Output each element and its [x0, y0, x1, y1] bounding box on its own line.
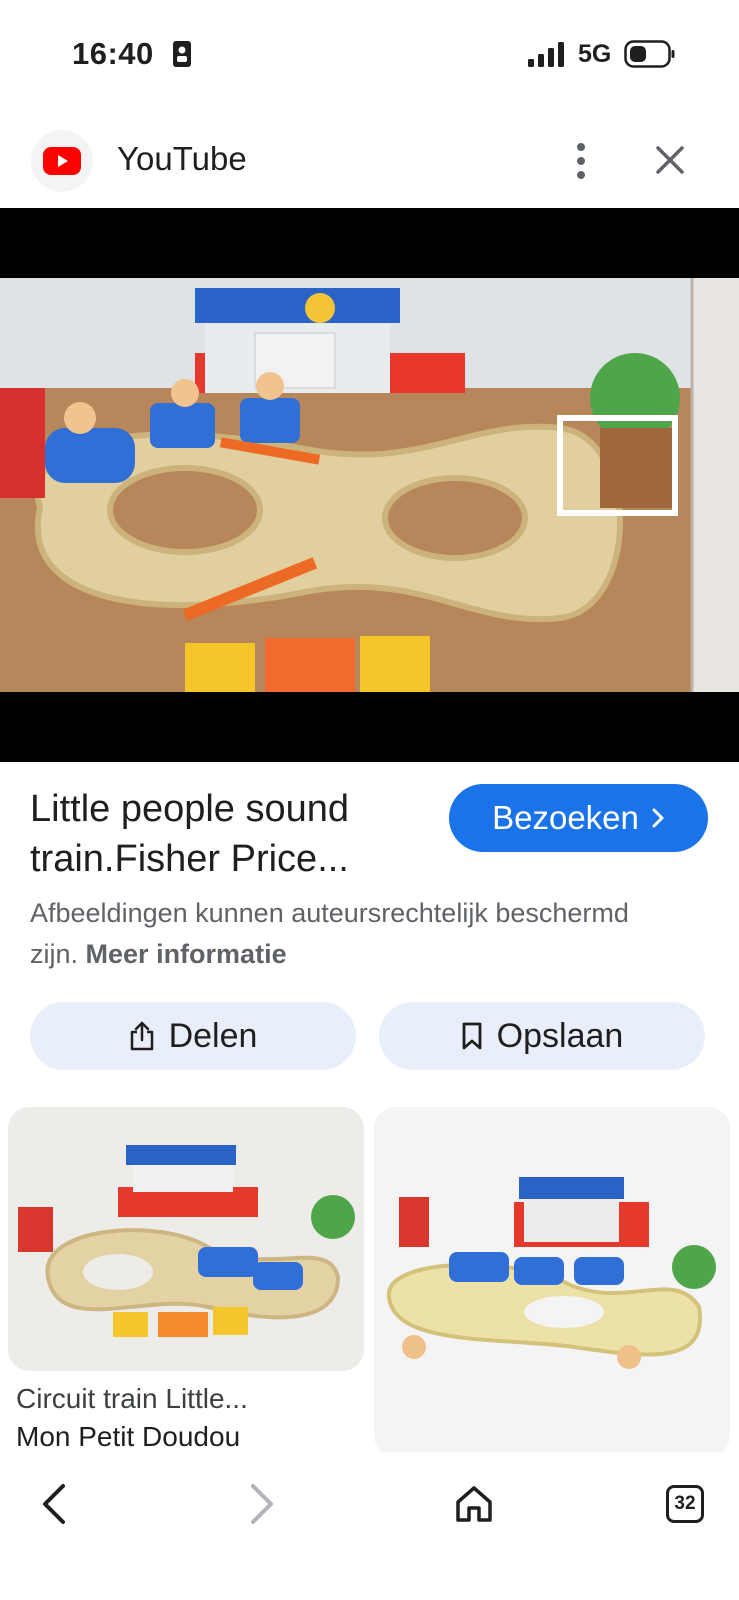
forward-button[interactable]: [232, 1474, 292, 1534]
battery-icon: [624, 40, 675, 68]
chevron-right-icon: [652, 808, 664, 828]
source-header: YouTube: [0, 120, 739, 208]
related-train-thumbnail: [8, 1107, 364, 1371]
more-vert-icon[interactable]: [566, 141, 596, 181]
chevron-right-icon: [251, 1484, 273, 1524]
home-button[interactable]: [444, 1474, 504, 1534]
related-result-image[interactable]: [8, 1107, 364, 1371]
related-result-card[interactable]: [374, 1107, 730, 1457]
preview-image[interactable]: [0, 208, 739, 762]
tabs-button[interactable]: 32: [655, 1474, 715, 1534]
share-label: Delen: [168, 1016, 258, 1055]
visit-button[interactable]: Bezoeken: [449, 784, 708, 852]
home-icon: [456, 1486, 492, 1522]
copyright-notice: Afbeeldingen kunnen auteursrechtelijk be…: [30, 893, 630, 975]
status-bar: 16:40 5G: [0, 0, 739, 110]
close-icon[interactable]: [654, 144, 686, 176]
tab-count: 32: [674, 1493, 696, 1514]
related-train-thumbnail: [374, 1107, 730, 1457]
chevron-left-icon: [43, 1484, 65, 1524]
bottom-navigation: 32: [0, 1452, 739, 1600]
status-time: 16:40: [72, 36, 154, 71]
signal-icon: [528, 42, 564, 67]
youtube-logo-icon: [31, 130, 93, 192]
save-button[interactable]: Opslaan: [379, 1002, 705, 1070]
related-result-card[interactable]: Circuit train Little... Mon Petit Doudou: [8, 1107, 364, 1453]
visit-button-label: Bezoeken: [492, 799, 639, 836]
back-button[interactable]: [24, 1474, 84, 1534]
network-type: 5G: [578, 40, 612, 68]
share-icon: [130, 1021, 153, 1051]
related-result-source: Mon Petit Doudou: [16, 1421, 241, 1452]
share-button[interactable]: Delen: [30, 1002, 356, 1070]
source-site-name[interactable]: YouTube: [117, 140, 247, 178]
save-label: Opslaan: [496, 1016, 624, 1055]
bookmark-icon: [462, 1022, 482, 1050]
result-title[interactable]: Little people sound train.Fisher Price..…: [30, 784, 450, 884]
related-result-image[interactable]: [374, 1107, 730, 1457]
tab-count-icon: 32: [666, 1485, 704, 1523]
related-result-title[interactable]: Circuit train Little...: [16, 1383, 364, 1415]
toy-train-photo: [0, 278, 739, 692]
more-info-link[interactable]: Meer informatie: [86, 939, 287, 969]
lock-screen-icon: [173, 41, 191, 67]
